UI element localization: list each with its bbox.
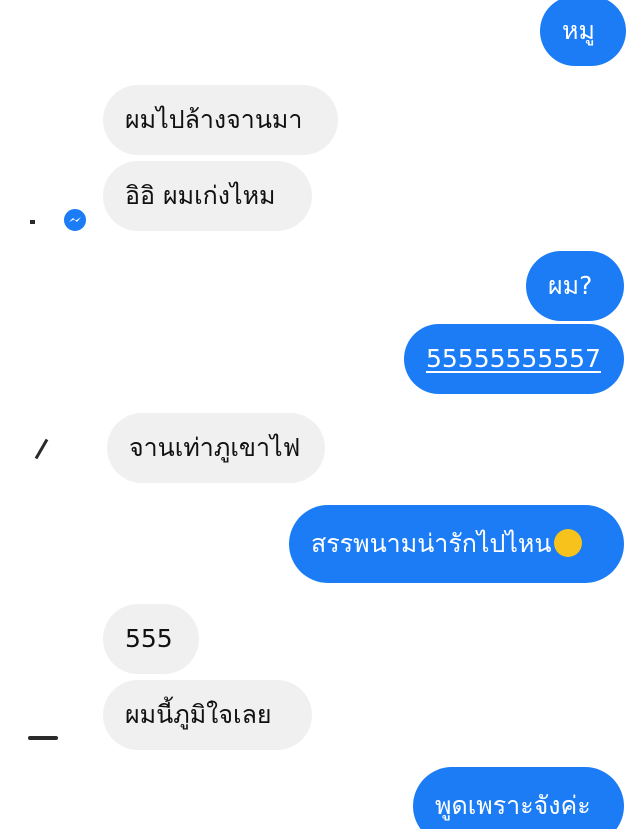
- avatar-fragment: [30, 220, 35, 224]
- contact-avatar[interactable]: [20, 418, 82, 480]
- incoming-message-bubble[interactable]: 555: [103, 604, 199, 674]
- message-text: สรรพนามน่ารักไปไหน: [311, 529, 552, 558]
- avatar-fragment: [28, 736, 58, 740]
- incoming-message-bubble[interactable]: ผมนี้ภูมิใจเลย: [103, 680, 312, 750]
- outgoing-message-bubble[interactable]: หมู: [540, 0, 626, 66]
- chat-thread: หมู ผมไปล้างจานมา อิอิ ผมเก่งไหม ผม? 555…: [0, 0, 639, 829]
- avatar-fragment: [34, 438, 49, 460]
- incoming-message-bubble[interactable]: จานเท่าภูเขาไฟ: [107, 413, 325, 483]
- incoming-message-bubble[interactable]: อิอิ ผมเก่งไหม: [103, 161, 312, 231]
- messenger-icon: [62, 207, 88, 233]
- outgoing-message-bubble[interactable]: พูดเพราะจังค่ะ: [413, 767, 624, 829]
- contact-avatar[interactable]: [20, 690, 82, 752]
- outgoing-message-bubble[interactable]: ผม?: [526, 251, 624, 321]
- incoming-message-bubble[interactable]: ผมไปล้างจานมา: [103, 85, 338, 155]
- outgoing-message-bubble[interactable]: สรรพนามน่ารักไปไหน: [289, 505, 624, 583]
- outgoing-message-link-bubble[interactable]: 55555555557: [404, 324, 624, 394]
- face-with-tears-of-joy-icon: [554, 529, 583, 557]
